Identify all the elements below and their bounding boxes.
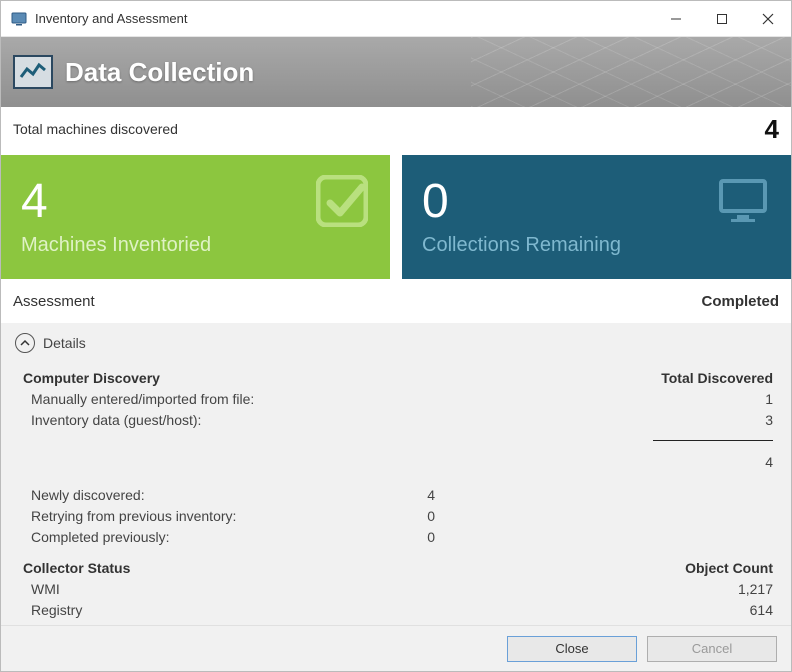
tile-remaining: 0 Collections Remaining	[402, 155, 791, 279]
details-panel: Details Computer Discovery Total Discove…	[1, 323, 791, 625]
close-button[interactable]: Close	[507, 636, 637, 662]
tile-remaining-label: Collections Remaining	[422, 234, 771, 257]
assessment-status: Completed	[701, 293, 779, 310]
reg-value: 614	[435, 602, 777, 618]
monitor-icon	[717, 175, 769, 227]
maximize-button[interactable]	[699, 1, 745, 36]
manual-label: Manually entered/imported from file:	[15, 391, 375, 407]
cancel-button-label: Cancel	[692, 641, 732, 656]
details-toggle-label: Details	[43, 335, 86, 351]
tile-inventoried-label: Machines Inventoried	[21, 234, 370, 257]
window-buttons	[653, 1, 791, 36]
banner: Data Collection	[1, 37, 791, 107]
app-icon	[11, 11, 27, 27]
details-toggle[interactable]: Details	[15, 333, 777, 353]
total-discovered-heading: Total Discovered	[435, 370, 777, 386]
discovery-sum: 4	[435, 454, 777, 470]
close-button-label: Close	[555, 641, 588, 656]
object-count-heading: Object Count	[435, 560, 777, 576]
inventory-label: Inventory data (guest/host):	[15, 412, 375, 428]
footer: Close Cancel	[1, 625, 791, 671]
newly-label: Newly discovered:	[15, 487, 375, 503]
inventory-value: 3	[435, 412, 777, 428]
chevron-up-icon	[15, 333, 35, 353]
tiles: 4 Machines Inventoried 0 Collections Rem…	[1, 151, 791, 279]
total-discovered-row: Total machines discovered 4	[1, 107, 791, 151]
manual-value: 1	[435, 391, 777, 407]
details-table: Computer Discovery Total Discovered Manu…	[15, 367, 777, 625]
reg-label: Registry	[15, 602, 375, 618]
cancel-button: Cancel	[647, 636, 777, 662]
discovery-heading: Computer Discovery	[15, 370, 375, 386]
wmi-value: 1,217	[435, 581, 777, 597]
retry-label: Retrying from previous inventory:	[15, 508, 375, 524]
total-discovered-label: Total machines discovered	[13, 121, 178, 137]
checkmark-icon	[316, 175, 368, 227]
banner-title: Data Collection	[65, 57, 254, 88]
assessment-label: Assessment	[13, 293, 95, 310]
minimize-button[interactable]	[653, 1, 699, 36]
collector-heading: Collector Status	[15, 560, 375, 576]
window-title: Inventory and Assessment	[35, 11, 653, 26]
wmi-label: WMI	[15, 581, 375, 597]
prev-value: 0	[375, 529, 435, 545]
assessment-row: Assessment Completed	[1, 279, 791, 323]
window: Inventory and Assessment Data Collection…	[0, 0, 792, 672]
subtotal-rule	[653, 440, 773, 441]
tile-inventoried: 4 Machines Inventoried	[1, 155, 390, 279]
newly-value: 4	[375, 487, 435, 503]
retry-value: 0	[375, 508, 435, 524]
total-discovered-value: 4	[765, 114, 779, 145]
close-window-button[interactable]	[745, 1, 791, 36]
prev-label: Completed previously:	[15, 529, 375, 545]
titlebar: Inventory and Assessment	[1, 1, 791, 37]
chart-icon	[13, 55, 53, 89]
